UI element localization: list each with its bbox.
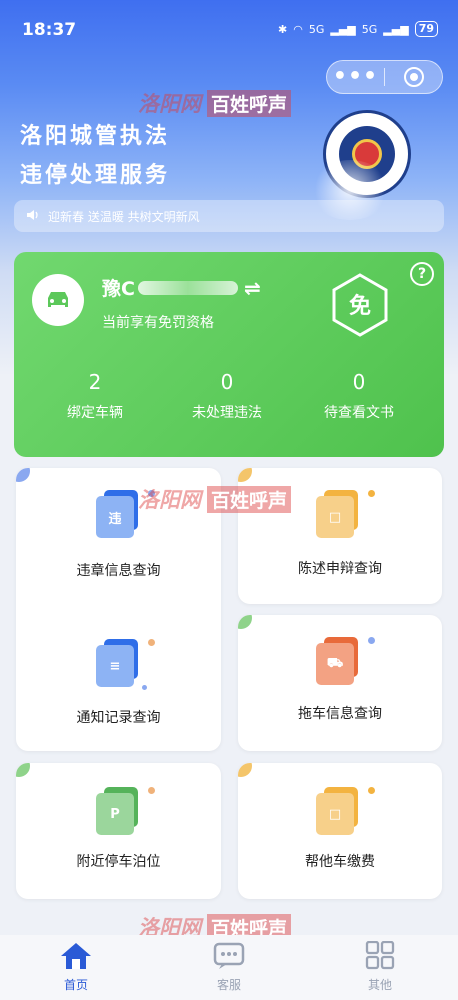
corner-decoration [238,615,252,629]
corner-decoration [16,468,30,482]
tab-customer-service[interactable]: 客服 [189,941,269,993]
home-icon [36,941,116,974]
stat-unhandled-violations[interactable]: 0 未处理违法 [162,370,292,422]
stat-value: 2 [88,370,102,394]
statement-query-card[interactable]: □ 陈述申辩查询 [238,468,442,604]
stat-label: 待查看文书 [324,405,394,421]
plate-masked [137,280,238,295]
tab-label: 客服 [216,978,241,992]
service-label: 陈述申辩查询 [298,561,382,577]
car-icon [32,274,84,326]
statement-icon: □ [316,490,375,540]
wifi-icon: ◠ [293,22,303,36]
exemption-badge-icon: 免 [330,272,390,338]
vehicle-card[interactable]: ? 豫C ⇌ 当前享有免罚资格 免 2 绑定车辆 0 未处理违法 0 待查看文书 [14,252,444,457]
notice-record-icon: ≡ [96,639,155,690]
service-label: 帮他车缴费 [305,854,375,870]
notice-record-card[interactable]: ≡ 通知记录查询 [16,615,221,751]
plate-number[interactable]: 豫C ⇌ [102,274,261,301]
parking-icon: P [96,787,155,837]
more-button[interactable]: ••• [327,66,384,88]
plate-prefix: 豫C [102,278,135,300]
tow-truck-icon: ⛟ [316,637,375,687]
bluetooth-icon: ✱ [278,22,288,36]
service-label: 附近停车泊位 [76,854,161,870]
corner-decoration [238,468,252,482]
stat-label: 绑定车辆 [67,405,123,421]
speaker-icon [26,208,40,225]
status-time: 18:37 [22,20,77,40]
tab-home[interactable]: 首页 [36,941,116,993]
corner-decoration [238,763,252,777]
nearby-parking-card[interactable]: P 附近停车泊位 [16,763,221,899]
record-icon [403,67,424,87]
stat-value: 0 [220,370,234,394]
signal-bars-icon: ▂▄▆ [330,22,356,36]
bottom-tab-bar: 首页 客服 其他 [0,935,458,1000]
signal-bars-icon: ▂▄▆ [383,22,409,36]
page-title: 洛阳城管执法 [20,124,171,149]
close-button[interactable] [385,67,442,87]
status-bar: 18:37 ✱ ◠ 5G ▂▄▆ 5G ▂▄▆ 79 [0,0,458,60]
chat-icon [189,941,269,974]
tow-query-card[interactable]: ⛟ 拖车信息查询 [238,615,442,751]
notice-bar[interactable]: 迎新春 送温暖 共树文明新风 [14,200,444,232]
tab-label: 首页 [63,978,88,992]
notice-text: 迎新春 送温暖 共树文明新风 [48,209,200,224]
payment-icon: □ [316,787,375,837]
page-subtitle: 违停处理服务 [20,163,171,188]
corner-decoration [16,763,30,777]
tab-label: 其他 [367,978,392,992]
service-label: 拖车信息查询 [298,706,382,722]
grid-icon [340,940,420,974]
service-label: 违章信息查询 [76,563,161,579]
miniprogram-capsule: ••• [326,60,443,94]
battery-indicator: 79 [414,21,438,37]
swap-vehicle-icon[interactable]: ⇌ [244,276,261,300]
exemption-status: 当前享有免罚资格 [102,315,214,331]
tab-other[interactable]: 其他 [340,940,420,993]
signal-label-1: 5G [308,22,325,36]
violation-icon: 违 [96,490,155,540]
stat-pending-documents[interactable]: 0 待查看文书 [294,370,424,422]
service-label: 通知记录查询 [76,710,161,726]
signal-label-2: 5G [361,22,378,36]
stat-value: 0 [352,370,366,394]
pay-for-others-card[interactable]: □ 帮他车缴费 [238,763,442,899]
help-button[interactable]: ? [410,262,434,286]
stat-label: 未处理违法 [192,405,262,421]
status-icons: ✱ ◠ 5G ▂▄▆ 5G ▂▄▆ 79 [278,21,438,37]
stat-bound-vehicles[interactable]: 2 绑定车辆 [30,370,160,422]
exemption-badge-text: 免 [348,294,371,319]
